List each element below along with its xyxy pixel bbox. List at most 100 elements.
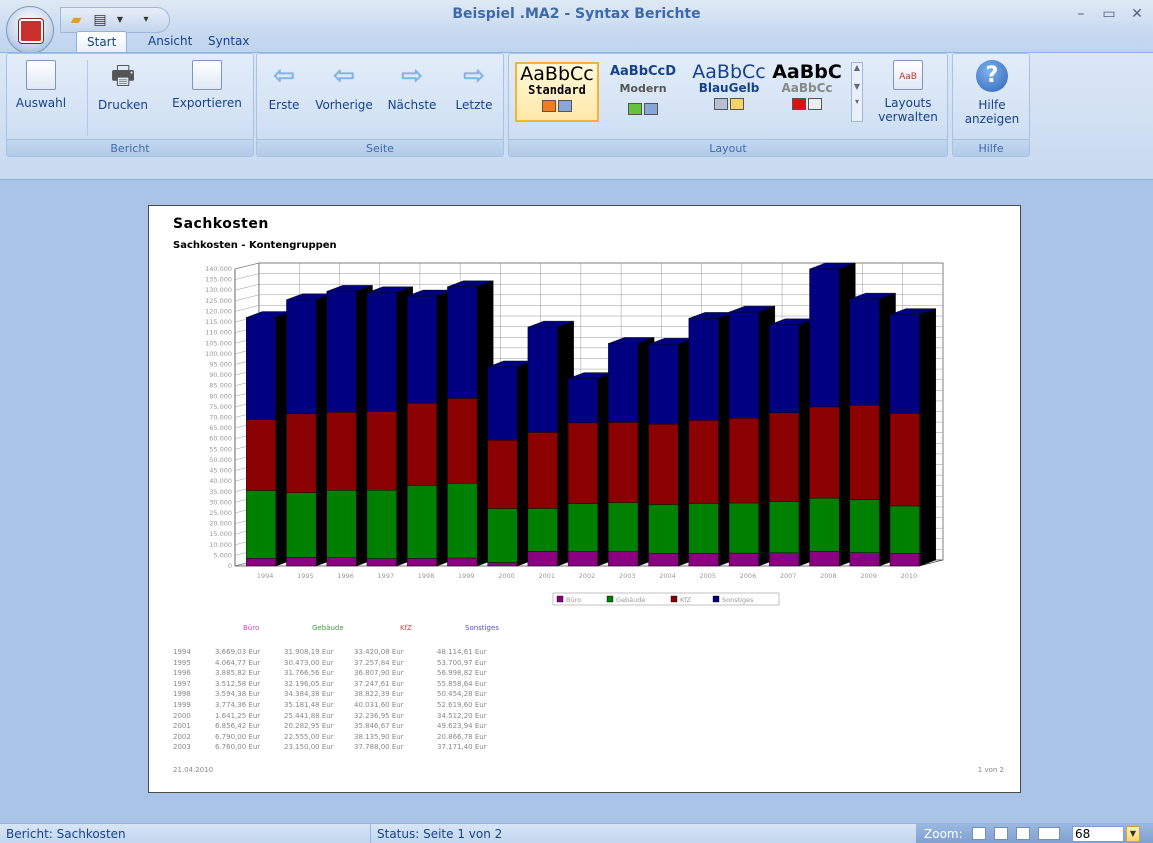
legend-swatch [556,595,564,603]
manage-layouts-label-2: verwalten [878,110,938,124]
color-swatch [792,98,806,110]
zoom-area: Zoom: 68 ▼ [916,824,1153,843]
y-tick-label: 25.000 [209,509,232,517]
tab-ansicht[interactable]: Ansicht [138,31,202,52]
bar-segment-büro [688,553,719,567]
layouts-verwalten-button[interactable]: AaB Layouts verwalten [873,60,943,124]
bar-segment-sonstiges [889,314,920,414]
naechste-button[interactable]: ⇨ Nächste [381,60,443,112]
maximize-button[interactable]: ▭ [1096,6,1122,24]
color-swatch [558,100,572,112]
y-tick-label: 125.000 [205,297,232,305]
bar-segment-sonstiges [326,291,357,413]
table-cell: 33.420,08 Eur [354,648,404,656]
legend-swatch [712,595,720,603]
x-tick-label: 2005 [699,572,716,580]
bar-segment-kfz [487,439,518,509]
bar-segment-sonstiges [648,344,679,425]
zoom-100-icon[interactable] [1016,827,1030,840]
bar-segment-sonstiges [527,326,558,433]
bar-segment-büro [406,558,438,567]
exportieren-button[interactable]: Exportieren [167,60,247,110]
zoom-page-icon[interactable] [972,827,986,840]
bar-segment-büro [889,553,920,567]
y-tick-label: 0 [228,562,232,570]
table-cell: 49.623,94 Eur [437,722,487,731]
close-button[interactable]: ✕ [1124,6,1150,24]
style-standard[interactable]: AaBbCc Standard [515,62,599,122]
naechste-label: Nächste [387,98,437,112]
x-tick-label: 1999 [458,572,475,580]
bar-segment-sonstiges [769,324,800,414]
auswahl-button[interactable]: Auswahl [11,60,71,110]
table-cell: 40.031,60 Eur [354,701,404,709]
bar-segment-kfz [608,422,639,503]
bar-segment-kfz [648,424,679,505]
y-tick-label: 85.000 [209,382,232,390]
bar-segment-sonstiges [849,298,880,406]
zoom-width-icon[interactable] [994,827,1008,840]
erste-label: Erste [268,98,300,112]
y-tick-label: 105.000 [205,339,232,347]
drucken-button[interactable]: 🖶 Drucken [95,60,151,112]
style-gallery-scroller[interactable]: ▲ ▼ ▾ [851,62,863,122]
bar-segment-kfz [849,404,880,500]
bar-segment-büro [567,551,599,567]
table-cell: 34.512,20 Eur [437,711,487,720]
scroll-up-icon[interactable]: ▲ [852,63,862,72]
title-bar: ▰ ▤ ▼ ▾ Beispiel .MA2 - Syntax Berichte … [0,0,1153,60]
y-tick-label: 65.000 [209,424,232,432]
hilfe-anzeigen-button[interactable]: ? Hilfe anzeigen [957,60,1027,126]
style-preview: AaBbCc [692,62,766,83]
status-bar: Bericht: Sachkosten Status: Seite 1 von … [0,823,1153,843]
bar-segment-sonstiges [246,317,277,420]
preview-workspace[interactable]: Sachkosten Sachkosten - Kontengruppen 05… [0,180,1153,823]
legend-label: Büro [566,596,581,604]
style-blaugelb[interactable]: AaBbCc BlauGelb [687,62,771,122]
zoom-label: Zoom: [924,827,963,841]
table-cell: 36.807,90 Eur [354,669,404,678]
style-modern[interactable]: AaBbCcD Modern [601,62,685,122]
legend-label: Sonstiges [722,596,754,604]
minimize-button[interactable]: – [1068,6,1094,24]
zoom-two-pages-icon[interactable] [1038,827,1060,840]
bar-segment-sonstiges [809,268,840,408]
page-counter: 1 von 2 [977,766,1004,774]
table-cell: 37.171,40 Eur [437,743,487,752]
y-tick-label: 10.000 [209,541,232,549]
color-swatch [628,103,642,115]
zoom-input[interactable]: 68 [1072,826,1124,842]
stacked-bar-chart: 0 5.000 10.000 15.000 20.000 25.000 30.000 35.0… [205,262,944,606]
bar-segment-sonstiges [567,378,599,424]
style-name: Modern [619,82,667,95]
style-preview: AaBbCc [520,63,594,85]
gallery-more-icon[interactable]: ▾ [852,97,862,106]
group-layout: AaBbCc Standard AaBbCcD Modern AaBbCc Bl… [508,53,948,157]
legend-swatch [606,595,614,603]
tab-syntax[interactable]: Syntax [198,31,259,52]
bar-segment-gebäude [487,508,518,563]
group-label-bericht: Bericht [7,139,253,156]
zoom-dropdown-icon[interactable]: ▼ [1126,826,1140,842]
letzte-button[interactable]: ⇨ Letzte [447,60,501,112]
y-tick-label: 30.000 [209,498,232,506]
last-page-icon: ⇨ [463,61,485,91]
table-row-year: 1995 [173,658,191,667]
bar-segment-sonstiges [366,292,397,412]
vorherige-button[interactable]: ⇦ Vorherige [309,60,379,112]
y-tick-label: 80.000 [209,392,232,400]
y-tick-label: 90.000 [209,371,232,379]
table-cell: 23.150,00 Eur [284,743,334,752]
bar-segment-gebäude [246,490,277,559]
style-name: AaBbCc [781,81,833,95]
style-fett[interactable]: AaBbC AaBbCc [765,62,849,122]
tab-start[interactable]: Start [76,31,128,52]
ribbon: Auswahl 🖶 Drucken Exportieren Bericht ⇦ … [0,52,1153,180]
erste-button[interactable]: ⇦ Erste [259,60,309,112]
printer-icon: 🖶 [110,61,136,91]
table-cell: 52.619,60 Eur [437,701,487,709]
bar-segment-gebäude [406,485,438,559]
scroll-down-icon[interactable]: ▼ [852,82,862,91]
table-row-year: 1999 [173,701,191,709]
bar-segment-gebäude [608,502,639,552]
